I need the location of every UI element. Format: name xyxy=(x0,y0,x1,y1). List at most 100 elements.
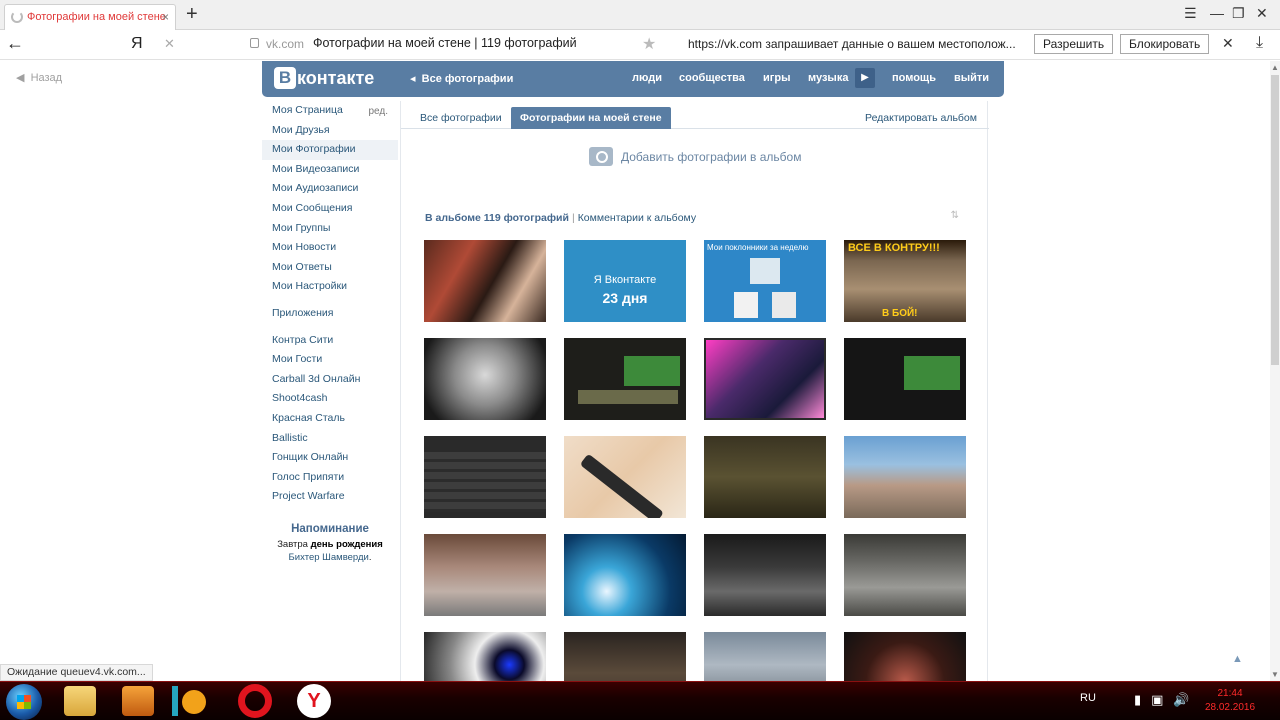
menu-my-videos[interactable]: Мои Видеозаписи xyxy=(262,160,398,180)
tray-icons[interactable]: ▮▣🔊 xyxy=(1134,692,1200,708)
nav-help[interactable]: помощь xyxy=(892,72,936,84)
tab-wall-photos[interactable]: Фотографии на моей стене xyxy=(511,107,671,129)
nav-people[interactable]: люди xyxy=(632,72,662,84)
close-tab-icon[interactable]: × xyxy=(162,5,169,29)
birthday-link[interactable]: день рождения xyxy=(311,539,383,550)
scroll-down-icon[interactable]: ▼ xyxy=(1271,670,1279,679)
browser-status-text: Ожидание queuev4.vk.com... xyxy=(0,664,153,681)
photo-thumbnail[interactable] xyxy=(424,436,546,518)
tab-all-photos[interactable]: Все фотографии xyxy=(411,107,511,129)
menu-game-item[interactable]: Мои Гости xyxy=(262,350,398,370)
nav-games[interactable]: игры xyxy=(763,72,790,84)
block-button[interactable]: Блокировать xyxy=(1120,34,1210,54)
menu-game-item[interactable]: Голос Припяти xyxy=(262,468,398,488)
photo-thumbnail[interactable]: Я Вконтакте 23 дня xyxy=(564,240,686,322)
photo-thumbnail[interactable] xyxy=(564,436,686,518)
friend-name-link[interactable]: Бихтер Шамверди xyxy=(289,552,369,563)
photo-album-panel: Все фотографии Фотографии на моей стене … xyxy=(400,101,989,681)
photo-thumbnail[interactable] xyxy=(424,534,546,616)
album-info: В альбоме 119 фотографий | Комментарии к а… xyxy=(425,212,697,224)
url-domain[interactable]: vk.com xyxy=(266,37,304,51)
menu-my-news[interactable]: Мои Новости xyxy=(262,238,398,258)
add-photos-button[interactable]: Добавить фотографии в альбом xyxy=(589,147,801,166)
menu-my-audio[interactable]: Мои Аудиозаписи xyxy=(262,179,398,199)
menu-my-settings[interactable]: Мои Настройки xyxy=(262,277,398,297)
page-scrollbar[interactable]: ▲ ▼ xyxy=(1270,61,1280,681)
sort-icon[interactable]: ⇅ xyxy=(951,210,959,221)
browser-tab-active[interactable]: Фотографии на моей стене × xyxy=(4,4,176,30)
reminder-title: Напоминание xyxy=(291,523,369,535)
restore-icon[interactable]: ❐ xyxy=(1232,5,1245,22)
menu-game-item[interactable]: Гонщик Онлайн xyxy=(262,448,398,468)
photo-thumbnail[interactable] xyxy=(424,338,546,420)
photo-thumbnail[interactable] xyxy=(844,632,966,681)
yandex-browser-icon[interactable]: Y xyxy=(297,684,331,718)
menu-game-item[interactable]: Ballistic xyxy=(262,429,398,449)
menu-gap xyxy=(262,297,398,304)
opera-icon[interactable] xyxy=(238,684,272,718)
explorer-icon[interactable] xyxy=(64,686,96,716)
back-link[interactable]: ◀ Назад xyxy=(16,71,62,84)
menu-my-messages[interactable]: Мои Сообщения xyxy=(262,199,398,219)
menu-apps[interactable]: Приложения xyxy=(262,304,398,324)
nav-logout[interactable]: выйти xyxy=(954,72,989,84)
photo-thumbnail[interactable] xyxy=(564,338,686,420)
photo-thumbnail[interactable] xyxy=(844,436,966,518)
browser-tab-strip: Фотографии на моей стене × + ☰ — ❐ ✕ xyxy=(0,0,1280,30)
minimize-icon[interactable]: — xyxy=(1210,5,1224,21)
photo-thumbnail[interactable]: Мои поклонники за неделю xyxy=(704,240,826,322)
windows-taskbar: Y RU ▮▣🔊 21:44 28.02.2016 xyxy=(0,681,1280,720)
menu-game-item[interactable]: Shoot4cash xyxy=(262,389,398,409)
yandex-search-icon[interactable]: Я xyxy=(131,35,143,53)
keyboard-language[interactable]: RU xyxy=(1080,692,1096,704)
photo-thumbnail[interactable]: ВСЕ В КОНТРУ!!! В БОЙ! xyxy=(844,240,966,322)
menu-my-answers[interactable]: Мои Ответы xyxy=(262,258,398,278)
close-prompt-icon[interactable]: ✕ xyxy=(1222,35,1234,52)
nav-communities[interactable]: сообщества xyxy=(679,72,745,84)
scroll-to-top-icon[interactable]: ▲ xyxy=(1232,653,1243,665)
photo-thumbnail[interactable] xyxy=(704,632,826,681)
menu-my-photos[interactable]: Мои Фотографии xyxy=(262,140,398,160)
scrollbar-thumb[interactable] xyxy=(1271,75,1279,365)
vk-logo[interactable]: В контакте xyxy=(274,67,374,89)
photo-thumbnail[interactable] xyxy=(424,632,546,681)
menu-game-item[interactable]: Project Warfare xyxy=(262,487,398,507)
menu-my-groups[interactable]: Мои Группы xyxy=(262,219,398,239)
photo-thumbnail[interactable] xyxy=(704,338,826,420)
photo-thumbnail[interactable] xyxy=(564,632,686,681)
play-icon[interactable]: ▶ xyxy=(855,68,875,88)
allow-button[interactable]: Разрешить xyxy=(1034,34,1114,54)
menu-game-item[interactable]: Красная Сталь xyxy=(262,409,398,429)
vk-header: В контакте ◂ Все фотографии люди сообщес… xyxy=(262,61,1004,97)
menu-game-item[interactable]: Контра Сити xyxy=(262,331,398,351)
download-icon[interactable]: ⤓ xyxy=(1256,34,1263,52)
aimp-icon[interactable] xyxy=(172,686,206,716)
all-photos-link[interactable]: ◂ Все фотографии xyxy=(410,72,513,85)
new-tab-button[interactable]: + xyxy=(186,4,198,24)
back-arrow-icon[interactable]: ← xyxy=(6,33,24,54)
lock-icon xyxy=(250,38,259,48)
photo-thumbnail[interactable] xyxy=(844,338,966,420)
album-count: В альбоме 119 фотографий xyxy=(425,212,569,224)
media-player-icon[interactable] xyxy=(122,686,154,716)
photo-thumbnail[interactable] xyxy=(564,534,686,616)
menu-my-friends[interactable]: Мои Друзья xyxy=(262,121,398,141)
scroll-up-icon[interactable]: ▲ xyxy=(1271,63,1279,72)
nav-music[interactable]: музыка xyxy=(808,72,848,84)
start-button[interactable] xyxy=(6,684,42,720)
clear-icon[interactable]: ✕ xyxy=(164,36,175,52)
edit-album-link[interactable]: Редактировать альбом xyxy=(865,112,977,124)
url-page-title[interactable]: Фотографии на моей стене | 119 фотографи… xyxy=(313,36,577,50)
system-clock[interactable]: 21:44 28.02.2016 xyxy=(1200,687,1260,715)
photo-thumbnail[interactable] xyxy=(704,534,826,616)
photo-thumbnail[interactable] xyxy=(704,436,826,518)
photo-thumbnail[interactable] xyxy=(844,534,966,616)
edit-menu-link[interactable]: ред. xyxy=(368,106,388,117)
album-comments-link[interactable]: Комментарии к альбому xyxy=(578,212,696,224)
menu-icon[interactable]: ☰ xyxy=(1184,5,1197,22)
bookmark-star-icon[interactable]: ★ xyxy=(642,34,656,54)
menu-game-item[interactable]: Carball 3d Онлайн xyxy=(262,370,398,390)
close-window-icon[interactable]: ✕ xyxy=(1256,5,1268,22)
birthday-reminder: Напоминание Завтра день рождения Бихтер … xyxy=(262,523,398,564)
photo-thumbnail[interactable] xyxy=(424,240,546,322)
